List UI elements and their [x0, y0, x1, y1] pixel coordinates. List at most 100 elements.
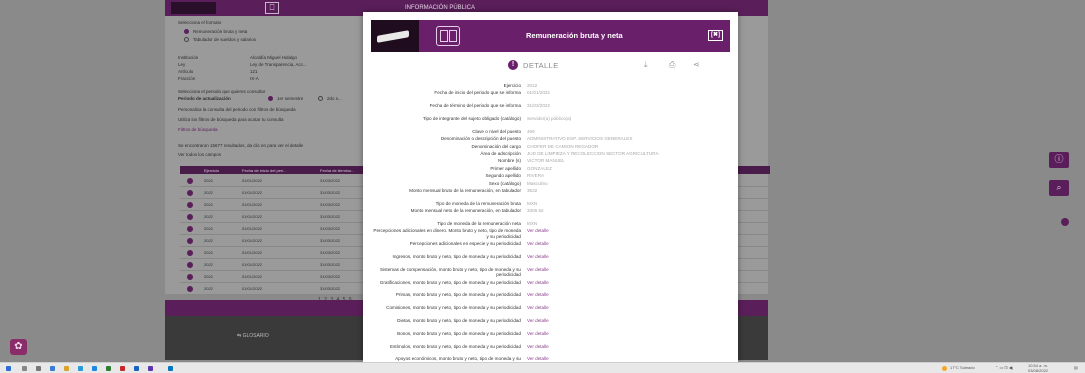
ver-detalle-link[interactable]: Ver detalle	[527, 267, 549, 272]
filters-link[interactable]: Filtros de búsqueda	[178, 127, 218, 132]
info-icon[interactable]	[187, 286, 193, 292]
field-value: 3306.52	[527, 208, 544, 214]
tray-icons[interactable]: ⌃ ▭ ⊡ ◀)	[995, 365, 1013, 370]
ver-detalle-link[interactable]: Ver detalle	[527, 254, 549, 259]
info-icon[interactable]	[187, 202, 193, 208]
period-option-label: 1er semestre	[277, 96, 304, 101]
field-label: Gratificaciones, monto bruto y neto, tip…	[379, 279, 521, 285]
period-option-2[interactable]: 2do s...	[318, 96, 342, 102]
app-icon[interactable]	[134, 366, 139, 371]
glossary-link[interactable]: ⇆ GLOSARIO	[237, 333, 269, 339]
ver-detalle-link[interactable]: Ver detalle	[527, 344, 549, 349]
app-icon[interactable]	[148, 366, 153, 371]
info-icon[interactable]	[187, 214, 193, 220]
clock[interactable]: 10:54 a. m. 03/08/2022	[1028, 363, 1048, 373]
cell-end: 31/03/2022	[320, 262, 341, 267]
info-icon[interactable]	[187, 238, 193, 244]
cell-start: 01/01/2022	[242, 262, 263, 267]
ver-detalle-link[interactable]: Ver detalle	[527, 331, 549, 336]
field-label: Bonos, monto bruto y neto, tipo de moned…	[397, 330, 521, 336]
all-fields-link[interactable]: Ver todos los campos	[178, 152, 221, 157]
cell-end: 31/03/2022	[320, 190, 341, 195]
cell-start: 01/01/2022	[242, 286, 263, 291]
clock-date: 03/08/2022	[1028, 368, 1049, 373]
filters-text: Utiliza los filtros de búsqueda para aco…	[178, 117, 284, 122]
app-icon[interactable]	[120, 366, 125, 371]
app-icon[interactable]	[92, 366, 97, 371]
field-label: Monto mensual neto de la remuneración, e…	[410, 208, 521, 214]
ver-detalle-link[interactable]: Ver detalle	[527, 292, 549, 297]
app-icon[interactable]	[50, 366, 55, 371]
notification-icon[interactable]: ▤	[1074, 365, 1078, 370]
field-label: Tipo de moneda de la remuneración bruta	[435, 200, 521, 206]
period-option-label: 2do s...	[327, 96, 342, 101]
field-value: GONZALEZ	[527, 165, 552, 171]
app-icon[interactable]	[168, 366, 173, 371]
accessibility-button[interactable]: ✿	[10, 339, 27, 355]
info-icon[interactable]	[187, 190, 193, 196]
info-icon[interactable]	[187, 250, 193, 256]
cell-year: 2022	[204, 226, 213, 231]
cell-end: 31/03/2022	[320, 202, 341, 207]
field-label: Percepciones adicionales en dinero. Mont…	[373, 228, 521, 239]
cell-year: 2022	[204, 274, 213, 279]
field-label: Denominación o descripción del puesto	[440, 136, 521, 142]
app-icon[interactable]	[106, 366, 111, 371]
radio-selected-icon	[184, 29, 189, 35]
ver-detalle-link[interactable]: Ver detalle	[527, 228, 549, 233]
detail-modal: Remuneración bruta y neta [✖] ! DETALLE …	[363, 12, 738, 362]
info-icon[interactable]	[187, 178, 193, 184]
period-label: Selecciona el periodo que quieres consul…	[178, 89, 266, 94]
cell-start: 01/01/2022	[242, 202, 263, 207]
weather-icon	[942, 366, 947, 371]
icon-panel	[449, 30, 457, 42]
share-icon[interactable]: ⋖	[693, 60, 700, 69]
search-icon: ⌕	[1056, 182, 1062, 192]
field-label: Percepciones adicionales en especie y su…	[409, 241, 521, 247]
radio-label: Remuneración bruta y neta	[193, 29, 248, 34]
download-icon[interactable]: ⤓	[644, 60, 648, 70]
ver-detalle-link[interactable]: Ver detalle	[527, 241, 549, 246]
field-label: Fecha de inicio del periodo que se infor…	[434, 90, 521, 96]
close-button[interactable]: [✖]	[708, 30, 723, 41]
info-icon[interactable]	[187, 274, 193, 280]
cell-end: 31/03/2022	[320, 250, 341, 255]
ver-detalle-link[interactable]: Ver detalle	[527, 305, 549, 310]
info-icon[interactable]	[187, 262, 193, 268]
period-option-1[interactable]: 1er semestre	[268, 96, 304, 102]
side-dot-button[interactable]	[1061, 218, 1069, 226]
folder-icon[interactable]	[64, 366, 69, 371]
search-icon[interactable]	[22, 366, 27, 371]
field-value: CHOFER DE CAMION REGADOR	[527, 143, 599, 149]
icon-panel	[440, 30, 448, 42]
info-value: Alcaldía Miguel Hidalgo	[250, 55, 298, 60]
cell-start: 01/01/2022	[242, 250, 263, 255]
field-label: Dietas, monto bruto y neto, tipo de mone…	[397, 318, 521, 323]
cell-year: 2022	[204, 262, 213, 267]
field-value: MXN	[527, 200, 538, 206]
site-header-title: INFORMACIÓN PÚBLICA	[405, 5, 476, 11]
info-icon[interactable]	[187, 226, 193, 232]
cell-start: 01/01/2022	[242, 226, 263, 231]
field-value: 3632	[527, 188, 538, 193]
radio-tabulador[interactable]: Tabulador de sueldos y salarios	[184, 37, 256, 43]
print-icon[interactable]: ⎙	[669, 60, 675, 70]
browser-icon[interactable]	[78, 366, 83, 371]
task-view-icon[interactable]	[36, 366, 41, 371]
ver-detalle-link[interactable]: Ver detalle	[527, 318, 549, 323]
field-value: Servidor(a) público(a)	[527, 116, 572, 121]
radio-remuneracion[interactable]: Remuneración bruta y neta	[184, 29, 248, 35]
field-label: Segundo apellido	[485, 173, 521, 179]
modal-header: Remuneración bruta y neta [✖]	[371, 20, 730, 52]
start-icon[interactable]	[6, 366, 11, 371]
field-value: 01/01/2022	[527, 90, 550, 96]
ver-detalle-link[interactable]: Ver detalle	[527, 356, 549, 361]
field-label: Ingresos, monto bruto y neto, tipo de mo…	[392, 254, 521, 259]
detail-label: DETALLE	[523, 61, 559, 70]
field-label: Sistemas de compensación, monto bruto y …	[380, 266, 521, 278]
field-label: Denominación del cargo	[471, 143, 521, 149]
radio-selected-icon	[268, 96, 273, 102]
search-side-button[interactable]: ⌕	[1049, 180, 1069, 196]
info-side-button[interactable]: ⓘ	[1049, 152, 1069, 168]
ver-detalle-link[interactable]: Ver detalle	[527, 280, 549, 285]
